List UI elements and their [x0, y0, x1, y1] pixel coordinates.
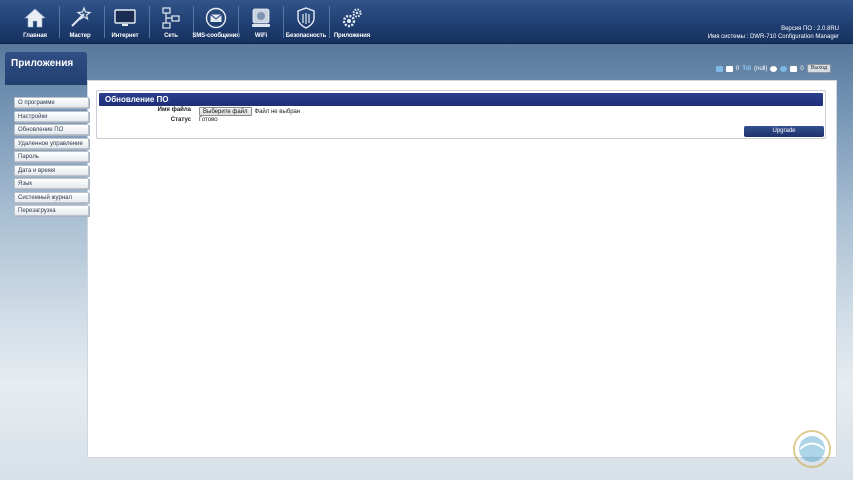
status-label: Статус — [170, 117, 191, 123]
firmware-version: Версия ПО : 2.0.8RU — [781, 26, 839, 32]
upgrade-button[interactable]: Upgrade — [744, 126, 824, 137]
sidebar-item-language[interactable]: Язык — [14, 178, 89, 189]
signal-icon: Tıll — [742, 65, 752, 72]
nav-internet-label: Интернет — [111, 33, 139, 39]
file-input[interactable]: Выберите файл Файл не выбран — [199, 107, 300, 116]
sidebar-item-reboot[interactable]: Перезагрузка — [14, 205, 89, 216]
signal-value: (null) — [754, 65, 768, 72]
nav-security[interactable]: Безопасность — [284, 3, 328, 41]
nav-wifi[interactable]: WiFi — [239, 3, 283, 41]
nav-home[interactable]: Главная — [13, 3, 57, 41]
section-title: Приложения — [11, 58, 74, 69]
nav-security-label: Безопасность — [285, 33, 327, 39]
network-icon — [162, 7, 180, 29]
nav-internet[interactable]: Интернет — [103, 3, 147, 41]
status-strip: 0 Tıll (null) 0 Выход — [716, 64, 832, 73]
nav-network[interactable]: Сеть — [149, 3, 193, 41]
status-value: Готово — [199, 117, 218, 123]
firmware-update-panel: Обновление ПО Имя файла Выберите файл Фай… — [96, 90, 826, 139]
sms-count: 0 — [736, 65, 740, 72]
nav-wifi-label: WiFi — [254, 33, 268, 39]
wizard-icon — [71, 6, 92, 27]
nav-applications-label: Приложения — [333, 33, 371, 39]
sidebar-item-system-log[interactable]: Системный журнал — [14, 191, 89, 203]
message-icon — [726, 65, 733, 72]
nav-network-label: Сеть — [164, 33, 178, 39]
sidebar-item-settings[interactable]: Настройки — [14, 110, 89, 122]
gears-icon — [342, 8, 362, 28]
globe-icon — [780, 65, 788, 72]
sidebar-item-firmware-update[interactable]: Обновление ПО — [14, 124, 89, 135]
sidebar-item-password[interactable]: Пароль — [14, 151, 89, 162]
watermark-logo — [793, 430, 831, 468]
sidebar-item-date-time[interactable]: Дата и время — [14, 164, 89, 176]
firmware-update-header: Обновление ПО — [99, 93, 823, 106]
nav-home-label: Главная — [23, 33, 47, 39]
connection-icon — [770, 65, 778, 72]
nav-applications[interactable]: Приложения — [330, 3, 374, 41]
section-title-tab: Приложения — [5, 52, 87, 85]
nav-sms[interactable]: SMS-сообщения — [192, 3, 240, 41]
sidebar-menu: О программе Настройки Обновление ПО Удал… — [14, 97, 89, 219]
nav-sms-label: SMS-сообщения — [192, 33, 240, 39]
file-name-row: Имя файла Выберите файл Файл не выбран — [97, 107, 825, 117]
nav-wizard[interactable]: Мастер — [58, 3, 102, 41]
home-icon — [24, 8, 46, 28]
status-row: Статус Готово — [97, 117, 825, 127]
inbox-icon — [790, 65, 798, 72]
top-navigation-bar: Главная Мастер Интернет Сеть SMS-сообщен… — [0, 0, 853, 44]
file-name-label: Имя файла — [157, 107, 191, 113]
choose-file-button[interactable]: Выберите файл — [199, 107, 252, 116]
sms-icon — [716, 65, 723, 72]
monitor-icon — [114, 9, 136, 26]
system-name: Имя системы : DWR-710 Configuration Mana… — [707, 33, 839, 40]
wifi-router-icon — [252, 8, 270, 27]
system-info: Версия ПО : 2.0.8RU Имя системы : DWR-71… — [708, 26, 839, 41]
sidebar-item-remote-management[interactable]: Удаленное управление — [14, 137, 89, 149]
shield-icon — [297, 7, 315, 29]
sidebar-item-about[interactable]: О программе — [14, 97, 89, 108]
envelope-icon — [205, 7, 227, 29]
no-file-text: Файл не выбран — [254, 108, 301, 115]
logout-button[interactable]: Выход — [806, 64, 832, 73]
message-count: 0 — [800, 65, 804, 72]
nav-wizard-label: Мастер — [69, 33, 91, 39]
